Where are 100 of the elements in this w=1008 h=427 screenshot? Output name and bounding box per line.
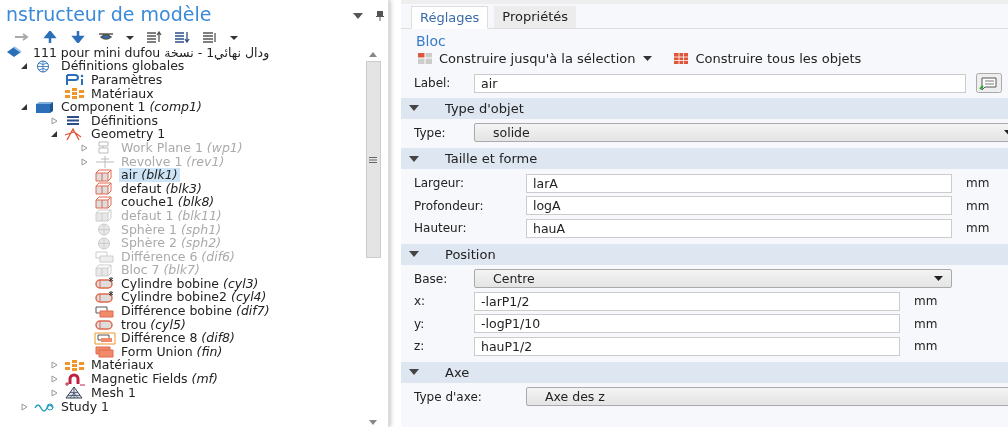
mesh-icon [64, 386, 86, 400]
section-title: Taille et forme [445, 151, 538, 166]
move-up-icon[interactable] [146, 30, 162, 43]
tree-item[interactable]: Paramètres [89, 73, 165, 87]
arrow-right-icon[interactable] [14, 30, 30, 43]
tree-item[interactable]: air (blk1) [119, 168, 180, 183]
cylinder-icon [94, 277, 116, 291]
section-header[interactable]: Taille et forme [401, 148, 1008, 169]
cylinder-icon [94, 291, 116, 304]
build-button[interactable]: Construire tous les objets [674, 51, 862, 66]
arrow-down-icon[interactable] [70, 30, 86, 43]
field-label: Largeur: [414, 176, 466, 191]
expand-icon[interactable] [50, 361, 58, 370]
tab[interactable]: Réglages [411, 6, 489, 29]
tree-item[interactable]: Mesh 1 [89, 385, 138, 400]
text-field[interactable]: hauA [526, 218, 952, 238]
scroll-down-icon[interactable] [369, 420, 377, 425]
eye-icon[interactable] [98, 30, 114, 43]
collapse-icon [409, 369, 419, 375]
field-label: y: [414, 316, 426, 331]
text-field[interactable]: logA [526, 196, 952, 216]
unit-label: mm [966, 198, 990, 213]
scroll-thumb[interactable] [365, 61, 381, 258]
tree-item[interactable]: trou (cyl5) [119, 317, 188, 332]
magnet-icon [64, 372, 86, 386]
materials-icon [64, 358, 86, 372]
tree-item[interactable]: Form Union (fin) [119, 344, 225, 359]
field-label: Base: [414, 271, 449, 286]
arrow-up-icon[interactable] [42, 30, 58, 43]
field-label: Type: [414, 125, 447, 140]
caret-icon [934, 276, 943, 282]
label-field[interactable]: air [474, 73, 966, 93]
unit-label: mm [914, 294, 938, 309]
panel-title: nstructeur de modèle [6, 2, 212, 27]
unit-label: mm [914, 316, 938, 331]
tree-item[interactable]: Geometry 1 [89, 127, 168, 142]
expand-icon[interactable] [50, 375, 58, 384]
tab[interactable]: Propriétés [494, 6, 576, 28]
table-icon [674, 53, 689, 64]
dropdown[interactable]: Axe des z [526, 387, 1008, 407]
table-icon [418, 53, 432, 64]
tree-item[interactable]: couche1 (blk8) [119, 195, 217, 210]
collapse-icon[interactable] [50, 130, 58, 139]
list-icon[interactable] [202, 30, 218, 43]
field-label: Hauteur: [414, 221, 468, 236]
section-header[interactable]: Type d'objet [401, 97, 1008, 119]
tree-item[interactable]: Définitions [89, 113, 161, 128]
collapse-icon [409, 105, 419, 111]
study-icon [34, 400, 56, 414]
field-label: x: [414, 294, 427, 309]
revolve-icon [94, 155, 116, 169]
scroll-up-icon[interactable] [369, 52, 377, 57]
materials-icon [64, 87, 86, 101]
collapse-icon[interactable] [20, 103, 28, 112]
tree-item[interactable]: Cylindre bobine2 (cyl4) [119, 290, 269, 305]
text-field[interactable]: hauP1/2 [474, 336, 900, 356]
unit-label: mm [966, 176, 990, 191]
tree-item[interactable]: Component 1 (comp1) [59, 100, 204, 115]
tree-item[interactable]: Matériaux [89, 86, 156, 101]
tree-item[interactable]: Définitions globales [59, 59, 187, 74]
tree-item[interactable]: defaut (blk3) [119, 181, 204, 196]
expand-icon[interactable] [50, 388, 58, 397]
section-title: Type d'objet [445, 100, 524, 116]
section-title: Bloc [415, 32, 447, 49]
union-icon [94, 345, 116, 359]
tree-item[interactable]: Study 1 [59, 399, 112, 414]
grip-icon [369, 156, 377, 163]
dropdown-icon[interactable] [353, 13, 363, 19]
tree-item[interactable]: Magnetic Fields (mf) [89, 372, 220, 387]
difference-icon [94, 304, 116, 318]
caret-icon[interactable] [643, 56, 653, 61]
build-button[interactable]: Construire jusqu'à la sélection [418, 51, 636, 66]
dropdown[interactable]: Centre [474, 269, 952, 289]
tree-item[interactable]: Différence bobine (dif7) [119, 304, 272, 319]
comment-icon[interactable] [976, 73, 1002, 94]
field-label: z: [414, 339, 426, 354]
section-header[interactable]: Axe [401, 361, 1008, 383]
tree-item[interactable]: Matériaux [89, 358, 156, 373]
text-field[interactable]: -logP1/10 [474, 314, 900, 334]
expand-icon[interactable] [20, 402, 28, 411]
pin-icon[interactable] [376, 11, 384, 21]
expand-icon[interactable] [50, 116, 58, 125]
section-title: Axe [445, 364, 470, 380]
tree-item[interactable]: Cylindre bobine (cyl3) [119, 276, 261, 291]
collapse-icon [409, 155, 419, 162]
text-field[interactable]: larA [526, 173, 952, 193]
box-icon [34, 100, 56, 114]
pi-icon [64, 73, 86, 87]
collapse-icon[interactable] [20, 62, 28, 71]
tree-item[interactable]: Différence 8 (dif8) [119, 331, 237, 346]
move-down-icon[interactable] [174, 30, 190, 43]
section-header[interactable]: Position [401, 243, 1008, 265]
unit-label: mm [914, 339, 938, 354]
field-label: Label: [414, 76, 452, 91]
dropdown[interactable]: solide [474, 123, 1008, 143]
collapse-icon [409, 251, 419, 257]
unit-label: mm [966, 221, 990, 236]
text-field[interactable]: -larP1/2 [474, 291, 900, 311]
tree-item[interactable]: 111 pour mini dufou ودال نهائي1 - نسخة [31, 46, 272, 60]
difference-icon [94, 331, 116, 345]
